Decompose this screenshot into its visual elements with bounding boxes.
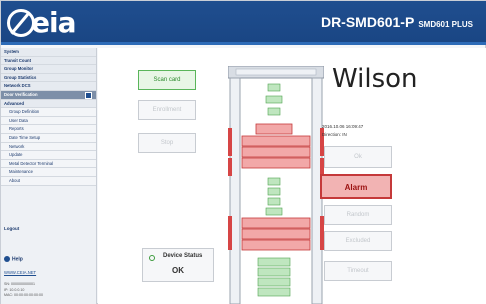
random-status-button[interactable]: Random [324, 205, 392, 225]
sidebar-subitem-date-time-setup[interactable]: Date Time Setup [1, 133, 96, 143]
enrollment-button[interactable]: Enrollment [138, 100, 196, 120]
zone-segment [267, 197, 281, 206]
sidebar-subitem-user-data[interactable]: User Data [1, 116, 96, 126]
left-zone-led-mid [228, 158, 232, 176]
zone-segment [267, 107, 281, 116]
status-led-icon [149, 255, 155, 261]
zone-segment [257, 277, 291, 287]
zone-segment [265, 207, 283, 216]
sidebar-item-door-verification[interactable]: Door Verification [1, 90, 96, 100]
sidebar-subitem-update[interactable]: Update [1, 151, 96, 160]
device-status-value: OK [172, 266, 184, 275]
transit-direction: Direction: IN [322, 132, 347, 137]
alarm-zone-lower [241, 217, 311, 251]
sidebar-submenu: Group Definition User Data Reports Date … [1, 108, 96, 186]
sidebar-item-group-monitor[interactable]: Group Monitor [1, 65, 96, 74]
alarm-segment [255, 123, 293, 135]
logo-text: eia [31, 6, 76, 39]
person-name: Wilson [332, 64, 418, 94]
sidebar-subitem-network[interactable]: Network [1, 142, 96, 152]
help-icon [4, 256, 10, 262]
model-name: DR-SMD601-P [320, 14, 415, 30]
sidebar-subitem-about[interactable]: About [1, 176, 96, 186]
sidebar-item-advanced[interactable]: Advanced [1, 99, 96, 109]
alarm-zone-upper [241, 123, 311, 169]
device-status-panel: Device Status OK [142, 248, 214, 282]
device-info: SN: 000000000001 IP: 10.0.0.10 MAC: 00:0… [4, 282, 43, 299]
device-model: DR-SMD601-P SMD601 PLUS [321, 14, 473, 30]
sidebar-subitem-reports[interactable]: Reports [1, 125, 96, 134]
zone-segment [257, 287, 291, 297]
app-window: eia DR-SMD601-P SMD601 PLUS System Transi… [0, 0, 486, 304]
timeout-status-button[interactable]: Timeout [324, 261, 392, 281]
excluded-status-button[interactable]: Excluded [324, 231, 392, 251]
ok-status-button[interactable]: Ok [324, 146, 392, 168]
device-status-label: Device Status [163, 253, 203, 259]
sidebar-item-group-statistics[interactable]: Group Statistics [1, 73, 96, 83]
sidebar-item-system[interactable]: System [1, 48, 96, 57]
sidebar-subitem-maintenance[interactable]: Maintenance [1, 168, 96, 177]
gate-crossbar-panel [235, 68, 317, 76]
left-zone-led-lower [228, 216, 232, 250]
stop-button[interactable]: Stop [138, 133, 196, 153]
logo-ring-icon [7, 9, 35, 37]
alarm-segment [241, 217, 311, 229]
sidebar-item-label: Door Verification [4, 91, 38, 97]
alarm-segment [241, 146, 311, 158]
main-panel: Scan card Enrollment Stop Device Status … [98, 48, 486, 304]
sidebar-subitem-metal-detector-terminal[interactable]: Metal Detector Terminal [1, 159, 96, 169]
zone-segment [257, 267, 291, 277]
zone-segment [267, 177, 281, 186]
zone-segment [267, 83, 281, 92]
model-sub: SMD601 PLUS [418, 20, 473, 29]
sidebar: System Transit Count Group Monitor Group… [1, 48, 97, 304]
collapse-icon[interactable] [85, 91, 92, 99]
website-link[interactable]: WWW.CEIA.NET [4, 270, 36, 275]
alarm-segment [241, 239, 311, 251]
sidebar-item-transit-count[interactable]: Transit Count [1, 56, 96, 66]
alarm-segment [241, 228, 311, 240]
sidebar-item-network-dcs[interactable]: Network DCS [1, 82, 96, 91]
alarm-status-button[interactable]: Alarm [320, 174, 392, 199]
alarm-segment [241, 157, 311, 169]
left-zone-led-upper [228, 128, 232, 156]
gate-left-pillar [229, 77, 241, 304]
alarm-segment [241, 135, 311, 147]
help-label: Help [12, 256, 23, 263]
metal-detector-gate-diagram [228, 66, 324, 304]
transit-datetime: 2016.10.06 16:09:47 [322, 124, 364, 129]
central-zone-column [257, 83, 291, 297]
help-link[interactable]: Help [4, 256, 23, 262]
zone-segment [257, 257, 291, 267]
ceia-logo: eia [7, 7, 99, 39]
zone-segment [267, 187, 281, 196]
zone-segment [265, 95, 283, 104]
sidebar-subitem-group-definition[interactable]: Group Definition [1, 108, 96, 117]
scan-card-button[interactable]: Scan card [138, 70, 196, 90]
logout-link[interactable]: Logout [4, 226, 19, 231]
app-header: eia DR-SMD601-P SMD601 PLUS [1, 1, 486, 45]
device-info-line: MAC: 00:00:00:00:00:00 [4, 293, 43, 297]
